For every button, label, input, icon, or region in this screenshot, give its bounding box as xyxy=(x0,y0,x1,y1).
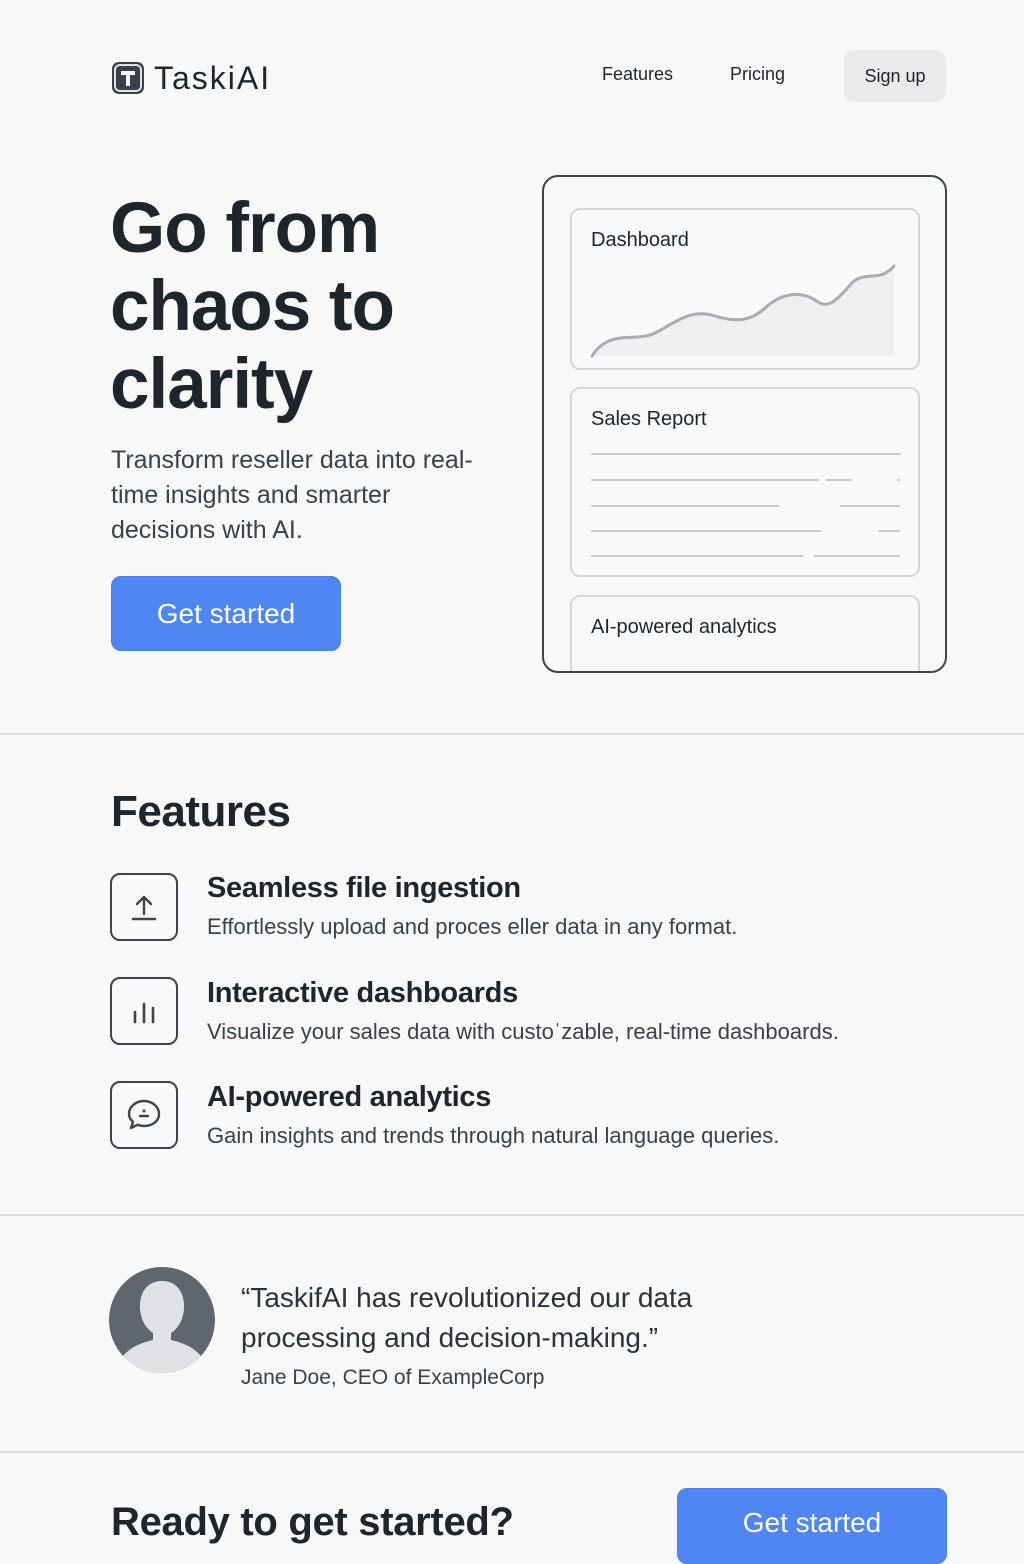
bar-chart-icon xyxy=(110,977,178,1045)
upload-icon xyxy=(110,873,178,941)
report-line xyxy=(591,505,779,507)
report-line xyxy=(878,530,900,532)
hero-subtitle: Transform reseller data into real-time i… xyxy=(111,446,473,544)
features-heading: Features xyxy=(111,787,291,836)
sales-report-card: Sales Report xyxy=(570,387,920,577)
signup-button[interactable]: Sign up xyxy=(844,50,946,102)
report-line xyxy=(897,479,900,481)
brand-name: TaskiAI xyxy=(154,59,272,96)
feature-description: Gain insights and trends through natural… xyxy=(207,1123,780,1148)
report-line xyxy=(840,505,900,507)
ai-analytics-label: AI-powered analytics xyxy=(591,616,777,638)
nav-pricing-link[interactable]: Pricing xyxy=(730,64,785,85)
feature-description: Visualize your sales data with custoˈzab… xyxy=(207,1019,839,1044)
nav-features-link[interactable]: Features xyxy=(602,64,673,85)
dashboard-card: Dashboard xyxy=(570,208,920,370)
report-line xyxy=(591,453,901,455)
dashboard-card-label: Dashboard xyxy=(591,229,689,251)
testimonial-author: Jane Doe, CEO of ExampleCorp xyxy=(241,1366,545,1389)
chat-bubble-icon xyxy=(110,1081,178,1149)
feature-title: Seamless file ingestion xyxy=(207,872,521,904)
brand-logo[interactable]: TaskiAI xyxy=(112,60,271,96)
cta-get-started-button[interactable]: Get started xyxy=(677,1488,947,1564)
hero-get-started-button[interactable]: Get started xyxy=(111,576,341,651)
feature-title: AI-powered analytics xyxy=(207,1081,492,1113)
report-line xyxy=(591,479,819,481)
logo-icon xyxy=(112,62,144,94)
section-divider xyxy=(0,733,1024,735)
section-divider xyxy=(0,1451,1024,1453)
dashboard-line-chart xyxy=(590,264,896,358)
hero-title: Go from chaos to clarity xyxy=(110,189,395,424)
report-line xyxy=(826,479,852,481)
testimonial-quote: “TaskifAI has revolutionized our data pr… xyxy=(241,1282,693,1353)
feature-title: Interactive dashboards xyxy=(207,977,518,1009)
report-line xyxy=(814,555,900,557)
ai-analytics-card: AI-powered analytics xyxy=(570,595,920,671)
section-divider xyxy=(0,1214,1024,1216)
product-mockup: Dashboard Sales Report AI-powered analyt… xyxy=(542,175,947,673)
feature-description: Effortlessly upload and proces eller dat… xyxy=(207,914,738,939)
cta-heading: Ready to get started? xyxy=(111,1500,514,1544)
avatar xyxy=(109,1267,215,1373)
report-line xyxy=(591,530,821,532)
user-silhouette-icon xyxy=(117,1281,207,1373)
sales-report-label: Sales Report xyxy=(591,408,707,430)
report-line xyxy=(591,555,803,557)
